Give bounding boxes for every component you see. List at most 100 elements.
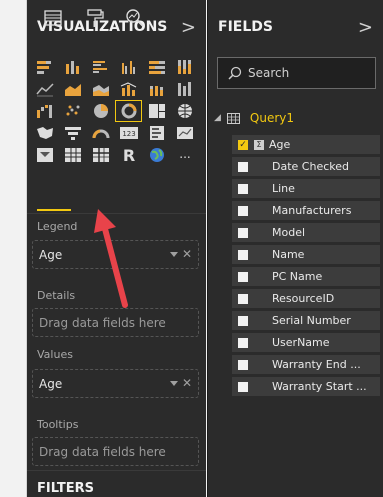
field-item[interactable]: Line bbox=[232, 179, 380, 198]
table-name: Query1 bbox=[249, 111, 295, 125]
collapse-visualizations-icon[interactable]: > bbox=[181, 17, 196, 38]
field-name: Model bbox=[272, 226, 306, 239]
values-field-value: Age bbox=[39, 376, 63, 391]
waterfall-icon[interactable] bbox=[31, 100, 58, 122]
checkbox[interactable] bbox=[238, 293, 248, 304]
ribbon-chart-icon[interactable] bbox=[171, 78, 198, 100]
svg-text:123: 123 bbox=[122, 130, 135, 138]
field-item[interactable]: UserName bbox=[232, 333, 380, 352]
close-icon[interactable]: ✕ bbox=[182, 247, 192, 261]
kpi-icon[interactable] bbox=[171, 122, 198, 144]
funnel-icon[interactable] bbox=[59, 122, 86, 144]
checkbox[interactable] bbox=[238, 249, 248, 260]
checkbox[interactable] bbox=[238, 205, 248, 216]
visual-type-grid: 123 R ... bbox=[31, 56, 202, 166]
sigma-icon: Σ bbox=[254, 139, 264, 150]
multirow-card-icon[interactable] bbox=[143, 122, 170, 144]
checkbox[interactable] bbox=[238, 337, 248, 348]
tooltips-well[interactable]: Drag data fields here bbox=[32, 437, 199, 466]
donut-chart-icon[interactable] bbox=[115, 100, 142, 122]
report-canvas-edge bbox=[0, 0, 27, 497]
analytics-magnifier-icon[interactable] bbox=[123, 6, 147, 30]
fields-tab-icon[interactable] bbox=[41, 6, 65, 30]
field-name: PC Name bbox=[272, 270, 323, 283]
field-item[interactable]: ✓ Σ Age bbox=[232, 135, 380, 154]
legend-label: Legend bbox=[37, 220, 78, 233]
fields-pane: FIELDS > Search ◢ Query1 ✓ Σ Age Date Check… bbox=[207, 0, 383, 497]
scatter-icon[interactable] bbox=[59, 100, 86, 122]
treemap-icon[interactable] bbox=[143, 100, 170, 122]
field-item[interactable]: PC Name bbox=[232, 267, 380, 286]
line-chart-icon[interactable] bbox=[31, 78, 58, 100]
globe-icon[interactable] bbox=[143, 144, 170, 166]
checkbox[interactable] bbox=[238, 161, 248, 172]
line-stacked-column-icon[interactable] bbox=[143, 78, 170, 100]
search-icon bbox=[228, 66, 242, 80]
field-item[interactable]: Warranty Start ... bbox=[232, 377, 380, 396]
svg-text:R: R bbox=[122, 146, 134, 164]
table-icon bbox=[226, 112, 240, 124]
table-icon[interactable] bbox=[59, 144, 86, 166]
visualizations-pane: VISUALIZATIONS > 123 R ... Legend Age ✕ … bbox=[27, 0, 206, 497]
clustered-bar-icon[interactable] bbox=[87, 56, 114, 78]
search-input[interactable]: Search bbox=[217, 57, 376, 89]
checkbox[interactable] bbox=[238, 315, 248, 326]
stacked-bar-icon[interactable] bbox=[31, 56, 58, 78]
chevron-down-icon[interactable] bbox=[170, 381, 178, 386]
expand-arrow-icon[interactable]: ◢ bbox=[214, 113, 221, 123]
matrix-icon[interactable] bbox=[87, 144, 114, 166]
100-column-icon[interactable] bbox=[171, 56, 198, 78]
field-name: Warranty End ... bbox=[272, 358, 361, 371]
field-item[interactable]: Manufacturers bbox=[232, 201, 380, 220]
more-icon[interactable]: ... bbox=[171, 144, 198, 166]
field-name: UserName bbox=[272, 336, 330, 349]
line-column-icon[interactable] bbox=[115, 78, 142, 100]
checkbox[interactable] bbox=[238, 271, 248, 282]
checkbox[interactable] bbox=[238, 183, 248, 194]
map-icon[interactable] bbox=[171, 100, 198, 122]
field-name: Warranty Start ... bbox=[272, 380, 367, 393]
values-well[interactable]: Age ✕ bbox=[32, 369, 199, 398]
clustered-column-icon[interactable] bbox=[115, 56, 142, 78]
close-icon[interactable]: ✕ bbox=[182, 376, 192, 390]
checkbox-checked[interactable]: ✓ bbox=[238, 139, 248, 150]
chevron-down-icon[interactable] bbox=[170, 252, 178, 257]
area-chart-icon[interactable] bbox=[59, 78, 86, 100]
field-item[interactable]: Name bbox=[232, 245, 380, 264]
legend-well[interactable]: Age ✕ bbox=[32, 240, 199, 269]
filled-map-icon[interactable] bbox=[31, 122, 58, 144]
slicer-icon[interactable] bbox=[31, 144, 58, 166]
filters-divider bbox=[27, 470, 206, 471]
field-name: Age bbox=[269, 138, 291, 151]
field-name: Name bbox=[272, 248, 305, 261]
field-name: ResourceID bbox=[272, 292, 335, 305]
legend-field-value: Age bbox=[39, 247, 63, 262]
field-item[interactable]: ResourceID bbox=[232, 289, 380, 308]
field-item[interactable]: Serial Number bbox=[232, 311, 380, 330]
field-name: Line bbox=[272, 182, 295, 195]
tooltips-placeholder: Drag data fields here bbox=[39, 444, 166, 459]
active-tab-indicator bbox=[37, 209, 71, 211]
r-visual-icon[interactable]: R bbox=[115, 144, 142, 166]
svg-text:...: ... bbox=[179, 147, 190, 161]
card-icon[interactable]: 123 bbox=[115, 122, 142, 144]
details-well[interactable]: Drag data fields here bbox=[32, 308, 199, 337]
gauge-icon[interactable] bbox=[87, 122, 114, 144]
stacked-column-icon[interactable] bbox=[59, 56, 86, 78]
details-label: Details bbox=[37, 289, 76, 302]
pie-chart-icon[interactable] bbox=[87, 100, 114, 122]
checkbox[interactable] bbox=[238, 381, 248, 392]
table-node-query1[interactable]: ◢ Query1 bbox=[214, 108, 294, 128]
field-name: Date Checked bbox=[272, 160, 349, 173]
tooltips-label: Tooltips bbox=[37, 418, 79, 431]
checkbox[interactable] bbox=[238, 359, 248, 370]
100-bar-icon[interactable] bbox=[143, 56, 170, 78]
stacked-area-icon[interactable] bbox=[87, 78, 114, 100]
checkbox[interactable] bbox=[238, 227, 248, 238]
format-paint-roller-icon[interactable] bbox=[83, 6, 107, 30]
search-placeholder: Search bbox=[248, 66, 290, 80]
field-item[interactable]: Model bbox=[232, 223, 380, 242]
field-item[interactable]: Warranty End ... bbox=[232, 355, 380, 374]
field-item[interactable]: Date Checked bbox=[232, 157, 380, 176]
collapse-fields-icon[interactable]: > bbox=[358, 17, 373, 38]
